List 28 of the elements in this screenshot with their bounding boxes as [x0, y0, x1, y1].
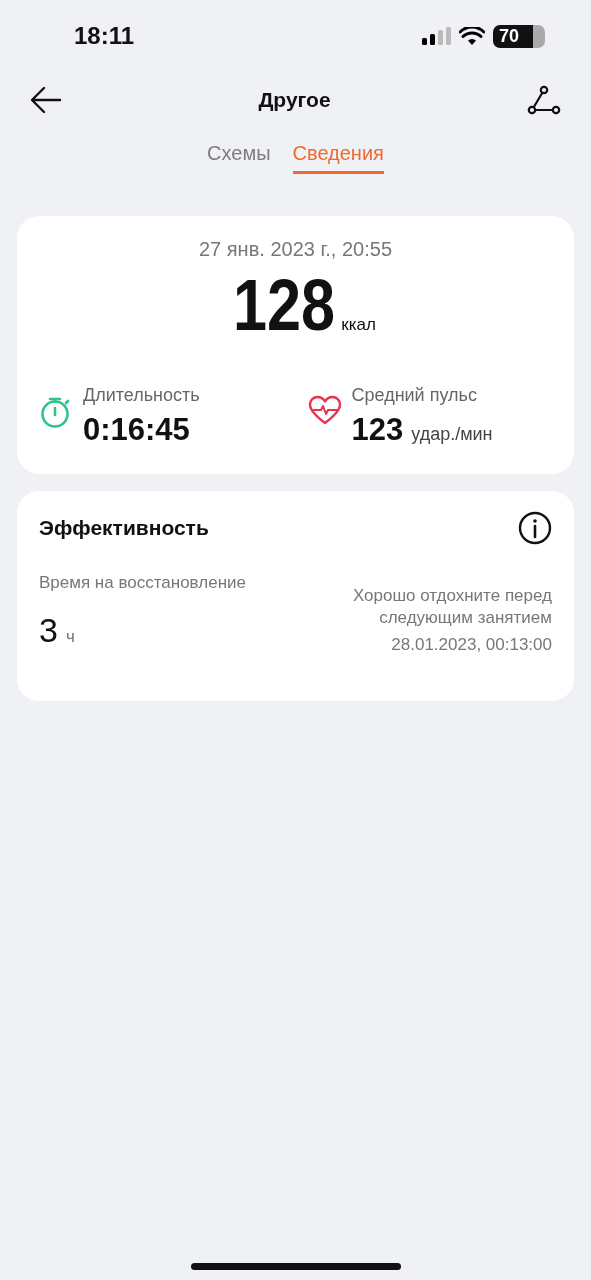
signal-icon	[421, 27, 451, 45]
back-button[interactable]	[30, 86, 62, 114]
share-icon	[527, 85, 561, 115]
back-arrow-icon	[30, 86, 62, 114]
stat-value: 123	[351, 412, 404, 448]
stat-label: Длительность	[83, 385, 200, 406]
calories-unit: ккал	[341, 315, 376, 335]
recovery-unit: ч	[65, 627, 75, 647]
stat-unit: удар./мин	[411, 424, 493, 445]
info-icon	[518, 511, 552, 545]
stat-value: 0:16:45	[83, 412, 190, 448]
tab[interactable]: Схемы	[207, 140, 271, 174]
workout-date: 27 янв. 2023 г., 20:55	[198, 238, 392, 261]
heart-pulse-icon	[307, 395, 342, 425]
info-button[interactable]	[518, 511, 552, 545]
page-title: Другое	[258, 88, 331, 112]
recovery-until: 28.01.2023, 00:13:00	[390, 635, 552, 656]
calories-value: 128	[233, 269, 336, 341]
tab[interactable]: Сведения	[292, 140, 384, 174]
recovery-label: Время на восстановление	[39, 573, 246, 593]
recovery-value: 3	[39, 611, 58, 650]
battery-level: 70	[499, 25, 520, 46]
status-time: 18:11	[74, 22, 135, 50]
share-button[interactable]	[527, 85, 561, 115]
wifi-icon	[459, 26, 485, 46]
recovery-advice: Хорошо отдохните перед следующим занятием	[351, 585, 552, 630]
section-title: Эффективность	[39, 516, 209, 540]
stat-label: Средний пульс	[351, 385, 478, 406]
